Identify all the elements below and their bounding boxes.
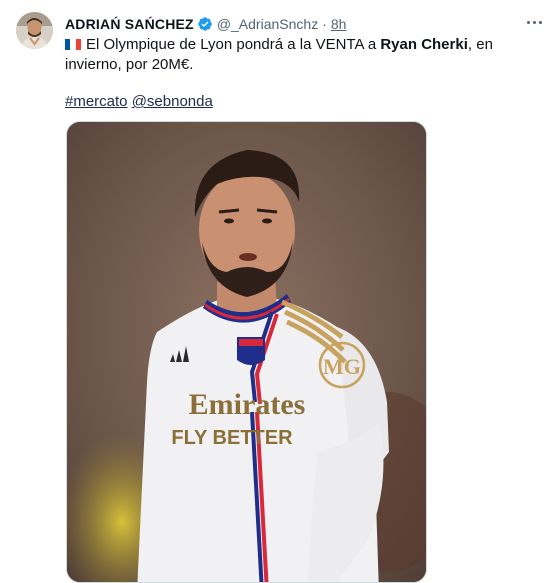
tweet-text-start: El Olympique de Lyon pondrá a la VENTA a: [86, 36, 381, 53]
verified-badge-icon[interactable]: [197, 16, 213, 32]
france-flag-icon: [65, 36, 81, 50]
mg-badge: MG: [323, 354, 361, 379]
display-name[interactable]: ADRIAŃ SAŃCHEZ: [65, 16, 194, 32]
avatar-image: [16, 12, 53, 49]
tweet-card[interactable]: ADRIAŃ SAŃCHEZ @_AdrianSnchz · 8h El Oly…: [0, 0, 555, 583]
tweet-text: El Olympique de Lyon pondrá a la VENTA a…: [65, 35, 540, 75]
mention-link[interactable]: @sebnonda: [132, 93, 213, 110]
tweet-header: ADRIAŃ SAŃCHEZ @_AdrianSnchz · 8h: [65, 14, 525, 34]
sponsor-emirates: Emirates: [189, 388, 306, 421]
separator-dot: ·: [322, 16, 327, 32]
sponsor-fly-better: FLY BETTER: [171, 427, 293, 449]
tweet-media-photo[interactable]: MG Emirates FLY BETTER: [66, 121, 427, 583]
timestamp[interactable]: 8h: [331, 16, 347, 32]
avatar[interactable]: [16, 12, 53, 49]
tweet-text-bold-name: Ryan Cherki: [380, 36, 468, 53]
more-options-icon[interactable]: [523, 14, 545, 30]
tweet-links: #mercato @sebnonda: [65, 92, 213, 112]
author-handle[interactable]: @_AdrianSnchz: [217, 16, 318, 32]
player-photo: MG Emirates FLY BETTER: [67, 122, 426, 582]
hashtag-link[interactable]: #mercato: [65, 93, 128, 110]
